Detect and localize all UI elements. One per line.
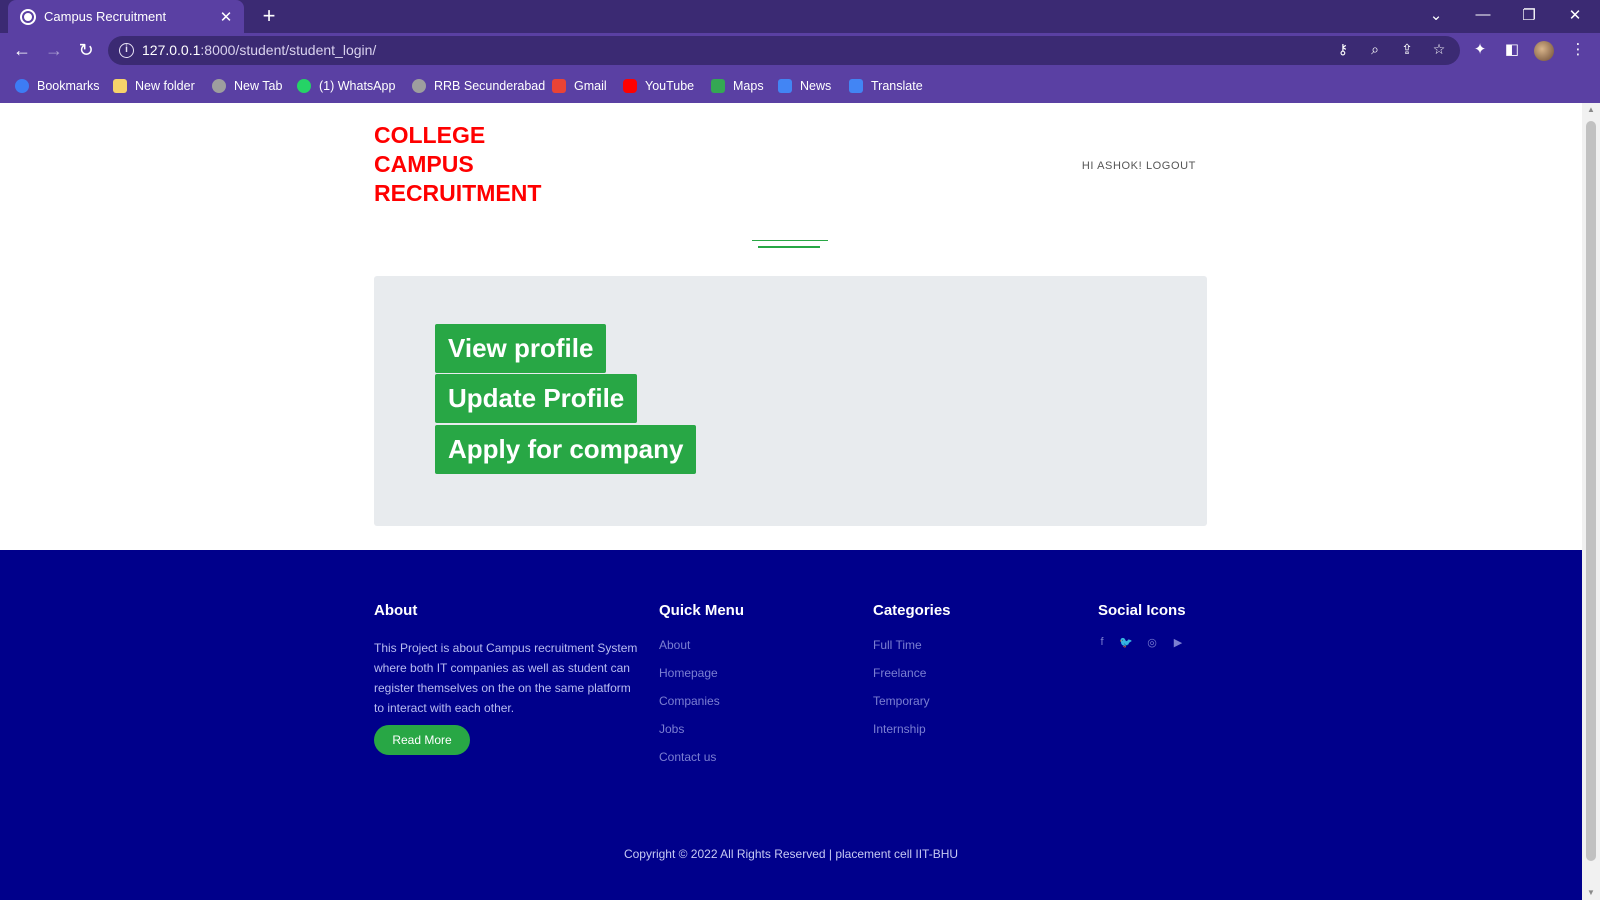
zoom-icon[interactable]: ⌕ [1366,41,1384,58]
tab-search-icon[interactable]: ⌄ [1426,6,1446,24]
site-info-icon[interactable]: i [119,43,134,58]
minimize-icon[interactable]: — [1473,6,1493,23]
footer-social-heading: Social Icons [1098,602,1186,619]
back-button[interactable]: ← [11,39,33,61]
url-text[interactable]: 127.0.0.1:8000/student/student_login/ [142,42,376,58]
bookmark-rrb-secunderabad[interactable]: RRB Secunderabad [412,77,545,95]
share-icon[interactable]: ⇪ [1398,41,1416,58]
globe-icon [212,79,226,93]
side-panel-icon[interactable]: ◧ [1502,40,1522,58]
scroll-down-icon[interactable]: ▼ [1582,886,1600,900]
greeting-text: HI ASHOK! [1081,160,1143,172]
tab-close-icon[interactable]: ✕ [218,8,234,26]
user-nav: HI ASHOK! LOGOUT [1070,160,1196,172]
translate-icon [849,79,863,93]
footer-about-text: This Project is about Campus recruitment… [374,641,638,715]
youtube-icon[interactable]: ▶ [1171,636,1185,649]
accent-divider [758,246,820,248]
page-viewport: COLLEGE CAMPUS RECRUITMENT HI ASHOK! LOG… [0,103,1582,900]
bookmark-new-folder[interactable]: New folder [113,77,195,95]
brand-line: RECRUITMENT [374,180,542,206]
new-tab-button[interactable]: + [256,4,282,28]
news-icon [778,79,792,93]
student-actions-panel: View profile Update Profile Apply for co… [374,276,1207,526]
key-icon[interactable]: ⚷ [1334,41,1352,58]
globe-icon [412,79,426,93]
bookmark-gmail[interactable]: Gmail [552,77,607,95]
bookmark-translate[interactable]: Translate [849,77,923,95]
bookmark-bookmarks[interactable]: Bookmarks [15,77,100,95]
bookmark-youtube[interactable]: YouTube [623,77,694,95]
footer-category-temporary[interactable]: Temporary [873,694,930,708]
star-icon [15,79,29,93]
gmail-icon [552,79,566,93]
bookmark-news[interactable]: News [778,77,831,95]
footer-link-homepage[interactable]: Homepage [659,666,718,680]
maps-icon [711,79,725,93]
facebook-icon[interactable]: f [1095,636,1109,648]
site-brand[interactable]: COLLEGE CAMPUS RECRUITMENT [374,121,541,208]
footer-link-jobs[interactable]: Jobs [659,722,684,736]
footer-link-companies[interactable]: Companies [659,694,720,708]
apply-company-button[interactable]: Apply for company [435,425,697,474]
footer-link-contact[interactable]: Contact us [659,750,716,764]
globe-icon [20,8,36,25]
profile-avatar[interactable] [1534,41,1554,61]
site-footer: About This Project is about Campus recru… [0,550,1582,900]
bookmark-star-icon[interactable]: ☆ [1430,41,1448,58]
footer-categories-heading: Categories [873,602,951,619]
bookmark-maps[interactable]: Maps [711,77,764,95]
youtube-icon [623,79,637,93]
bookmark-whatsapp[interactable]: (1) WhatsApp [297,77,395,95]
browser-toolbar: ← → ↻ i 127.0.0.1:8000/student/student_l… [0,33,1600,68]
address-bar[interactable]: i 127.0.0.1:8000/student/student_login/ … [108,36,1460,65]
tab-title: Campus Recruitment [44,9,167,24]
footer-category-freelance[interactable]: Freelance [873,666,926,680]
page-scrollbar[interactable]: ▲ ▼ [1582,103,1600,900]
instagram-icon[interactable]: ◎ [1145,636,1159,649]
window-close-icon[interactable]: ✕ [1565,6,1585,24]
browser-tab[interactable]: Campus Recruitment ✕ [8,0,244,33]
footer-about-heading: About [374,602,418,619]
bookmark-new-tab[interactable]: New Tab [212,77,282,95]
footer-link-about[interactable]: About [659,638,690,652]
forward-button[interactable]: → [43,39,65,61]
bookmarks-bar: Bookmarks New folder New Tab (1) WhatsAp… [0,68,1600,103]
logout-link[interactable]: LOGOUT [1146,160,1196,172]
read-more-button[interactable]: Read More [374,725,470,755]
footer-category-full-time[interactable]: Full Time [873,638,922,652]
twitter-icon[interactable]: 🐦 [1119,636,1133,649]
restore-icon[interactable]: ❐ [1519,6,1539,24]
accent-divider [752,240,828,241]
extensions-icon[interactable]: ✦ [1470,40,1490,58]
menu-icon[interactable]: ⋮ [1568,40,1588,58]
brand-line: CAMPUS [374,151,474,177]
footer-quick-menu-heading: Quick Menu [659,602,745,619]
whatsapp-icon [297,79,311,93]
view-profile-button[interactable]: View profile [435,324,607,373]
folder-icon [113,79,127,93]
scroll-thumb[interactable] [1586,121,1596,861]
brand-line: COLLEGE [374,122,486,148]
footer-category-internship[interactable]: Internship [873,722,926,736]
scroll-up-icon[interactable]: ▲ [1582,103,1600,117]
reload-button[interactable]: ↻ [75,39,97,61]
tab-strip: Campus Recruitment ✕ + ⌄ — ❐ ✕ [0,0,1600,33]
update-profile-button[interactable]: Update Profile [435,374,638,423]
footer-copyright: Copyright © 2022 All Rights Reserved | p… [623,847,959,861]
